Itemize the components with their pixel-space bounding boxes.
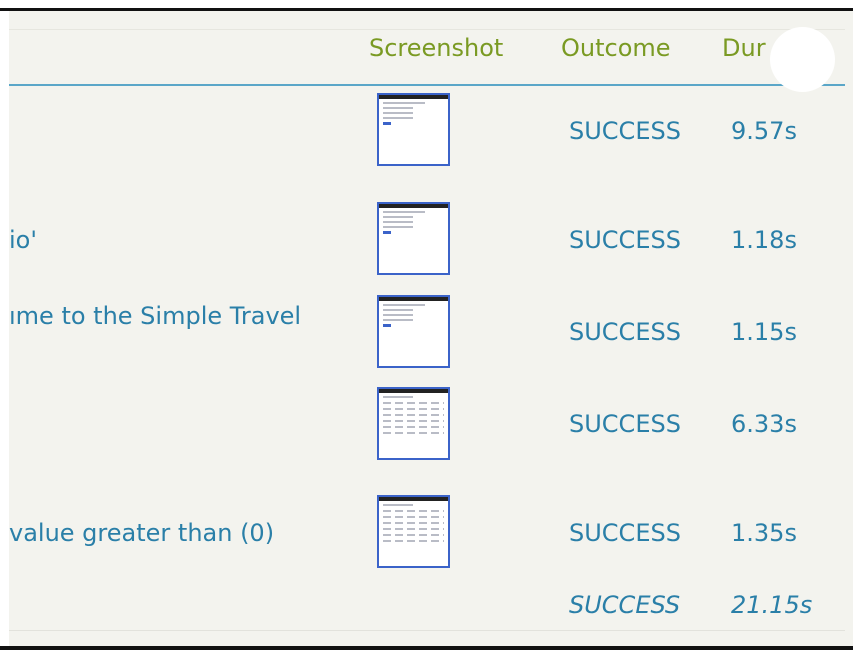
duration-value: 1.15s — [731, 318, 797, 346]
duration-value: 9.57s — [731, 117, 797, 145]
test-description[interactable]: value greater than (0) — [9, 519, 274, 547]
top-border — [0, 8, 853, 11]
column-header-screenshot[interactable]: Screenshot — [369, 34, 503, 62]
outcome-value: SUCCESS — [569, 117, 681, 145]
screenshot-thumbnail[interactable] — [377, 387, 450, 460]
outcome-value: SUCCESS — [569, 519, 681, 547]
column-header-outcome[interactable]: Outcome — [561, 34, 671, 62]
outcome-value: SUCCESS — [569, 226, 681, 254]
total-outcome: SUCCESS — [569, 591, 681, 619]
screenshot-thumbnail[interactable] — [377, 93, 450, 166]
overlay-circle — [770, 27, 835, 92]
outcome-value: SUCCESS — [569, 318, 681, 346]
total-duration: 21.15s — [731, 591, 813, 619]
screenshot-thumbnail[interactable] — [377, 295, 450, 368]
duration-value: 6.33s — [731, 410, 797, 438]
screenshot-thumbnail[interactable] — [377, 495, 450, 568]
duration-value: 1.35s — [731, 519, 797, 547]
test-description[interactable]: io' — [9, 226, 37, 254]
table-footer-divider — [9, 630, 845, 631]
test-description[interactable]: ıme to the Simple Travel — [9, 302, 301, 330]
left-edge — [0, 8, 9, 650]
duration-value: 1.18s — [731, 226, 797, 254]
screenshot-thumbnail[interactable] — [377, 202, 450, 275]
bottom-border — [0, 646, 853, 650]
outcome-value: SUCCESS — [569, 410, 681, 438]
